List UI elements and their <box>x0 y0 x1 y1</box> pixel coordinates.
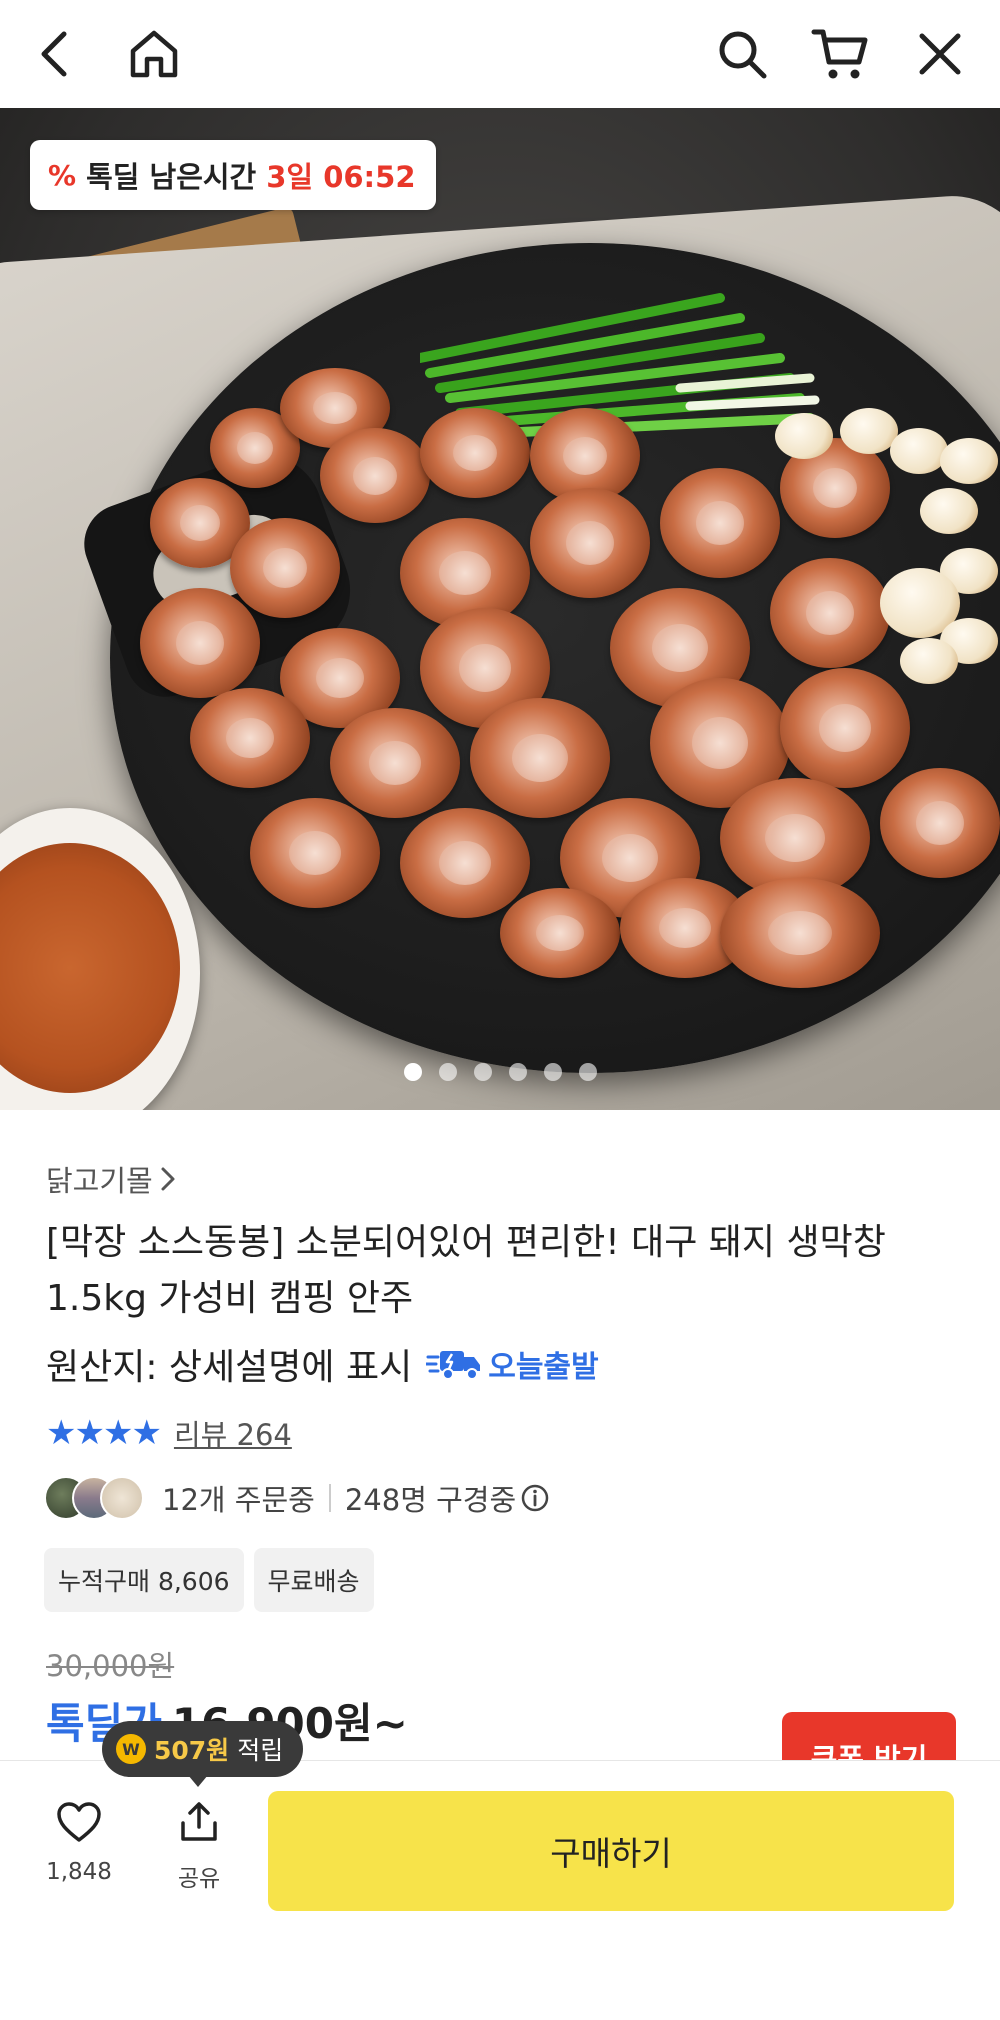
carousel-dot[interactable] <box>544 1063 562 1081</box>
seller-name: 닭고기몰 <box>46 1164 153 1198</box>
food-piece <box>230 518 340 618</box>
deal-timer-value: 3일 06:52 <box>266 160 416 194</box>
food-piece <box>770 558 890 668</box>
food-piece <box>880 768 1000 878</box>
food-piece <box>330 708 460 818</box>
buyer-avatars <box>44 1476 144 1520</box>
food-piece <box>720 878 880 988</box>
food-piece <box>140 588 260 698</box>
heart-icon <box>57 1802 101 1842</box>
share-label: 공유 <box>177 1866 221 1892</box>
star-icon: ★ <box>46 1413 77 1453</box>
carousel-dot[interactable] <box>439 1063 457 1081</box>
seller-link[interactable]: 닭고기몰 <box>46 1158 177 1200</box>
home-icon[interactable] <box>122 22 186 86</box>
divider <box>328 1484 331 1512</box>
carousel-dot[interactable] <box>509 1063 527 1081</box>
share-button[interactable]: 공유 <box>144 1801 254 1893</box>
food-piece <box>400 808 530 918</box>
product-title: [막장 소스동봉] 소분되어있어 편리한! 대구 돼지 생막창 1.5kg 가성… <box>46 1222 886 1319</box>
food-piece <box>190 688 310 788</box>
food-piece <box>250 798 380 908</box>
dipping-sauce <box>0 843 180 1093</box>
origin-row: 원산지: 상세설명에 표시 오늘출발 <box>46 1338 599 1390</box>
back-icon[interactable] <box>22 22 86 86</box>
social-proof-row: 12개 주문중 248명 구경중 <box>44 1476 550 1520</box>
original-price: 30,000원 <box>46 1649 175 1683</box>
cumulative-purchase-chip: 누적구매 8,606 <box>44 1548 244 1612</box>
reward-suffix: 적립 <box>237 1736 284 1765</box>
info-icon[interactable] <box>520 1483 550 1513</box>
share-icon <box>181 1802 217 1841</box>
bottom-action-bar: 1,848 공유 구매하기 <box>0 1760 1000 2020</box>
shipping-badge: 오늘출발 <box>426 1342 599 1386</box>
reward-amount: 507원 <box>154 1736 230 1765</box>
top-nav <box>0 0 1000 108</box>
product-image-carousel[interactable]: % 톡딜 남은시간 3일 06:52 <box>0 108 1000 1110</box>
like-button[interactable]: 1,848 <box>24 1801 134 1885</box>
review-link[interactable]: 리뷰 264 <box>174 1412 292 1454</box>
garlic-clove <box>775 413 833 459</box>
buy-button[interactable]: 구매하기 <box>268 1791 954 1911</box>
food-piece <box>320 428 430 523</box>
like-count: 1,848 <box>46 1859 112 1885</box>
percent-icon: % <box>48 158 77 192</box>
garlic-clove <box>920 488 978 534</box>
search-icon[interactable] <box>710 22 774 86</box>
garlic-clove <box>900 638 958 684</box>
carousel-dot[interactable] <box>579 1063 597 1081</box>
shipping-badge-label: 오늘출발 <box>488 1350 599 1385</box>
rating-row: ★★★★ 리뷰 264 <box>46 1412 292 1454</box>
avatar <box>100 1476 144 1520</box>
chevron-right-icon <box>161 1167 175 1191</box>
food-piece <box>420 408 530 498</box>
food-piece <box>530 488 650 598</box>
carousel-dot[interactable] <box>404 1063 422 1081</box>
carousel-dot[interactable] <box>474 1063 492 1081</box>
reward-tooltip: W 507원 적립 <box>102 1721 304 1787</box>
star-icon: ★ <box>131 1413 162 1453</box>
food-piece <box>470 698 610 818</box>
cart-icon[interactable] <box>808 22 872 86</box>
product-chips: 누적구매 8,606 무료배송 <box>44 1548 374 1612</box>
star-icon: ★ <box>74 1413 105 1453</box>
close-icon[interactable] <box>908 22 972 86</box>
star-icon: ★ <box>102 1413 134 1453</box>
garlic-clove <box>890 428 948 474</box>
truck-icon <box>426 1351 481 1380</box>
orders-count: 12개 주문중 <box>162 1483 315 1517</box>
star-rating: ★★★★ <box>46 1413 162 1453</box>
origin-text: 원산지: 상세설명에 표시 <box>46 1347 413 1388</box>
free-shipping-chip: 무료배송 <box>253 1548 374 1612</box>
garlic-clove <box>940 438 998 484</box>
deal-timer-label: 톡딜 남은시간 <box>86 160 257 194</box>
viewers-count: 248명 구경중 <box>344 1483 517 1517</box>
food-piece <box>660 468 780 578</box>
food-piece <box>500 888 620 978</box>
food-piece <box>780 668 910 788</box>
carousel-indicator <box>404 1063 597 1081</box>
deal-timer-badge: % 톡딜 남은시간 3일 06:52 <box>30 140 436 210</box>
coin-icon: W <box>116 1734 146 1764</box>
